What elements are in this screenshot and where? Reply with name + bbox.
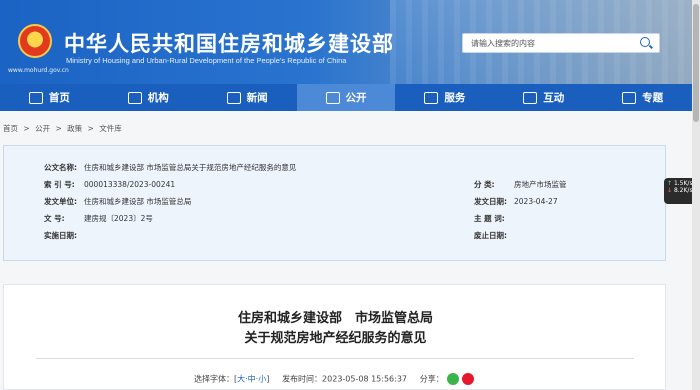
weibo-share-icon[interactable]: [461, 373, 474, 385]
doc-category-value: 房地产市场监管: [514, 180, 567, 189]
nav-item-service[interactable]: 服务: [395, 84, 494, 111]
doc-date-label: 发文日期:: [474, 197, 507, 206]
nav-item-topic[interactable]: 专题: [593, 84, 692, 111]
article-divider: [36, 358, 634, 359]
breadcrumb-file-library[interactable]: 文件库: [99, 124, 122, 133]
doc-issuer-label: 发文单位:: [44, 197, 77, 206]
nav-label: 首页: [48, 92, 70, 104]
nav-label: 公开: [345, 92, 367, 104]
site-header: www.mohurd.gov.cn 中华人民共和国住房和城乡建设部 Minist…: [0, 0, 692, 84]
nav-item-institutions[interactable]: 机构: [99, 84, 198, 111]
breadcrumb: 首页 > 公开 > 政策 > 文件库: [3, 123, 125, 134]
download-value: 8.2: [673, 187, 684, 194]
doc-issuer-value: 住房和城乡建设部 市场监管总局: [84, 197, 192, 206]
scrollbar-thumb[interactable]: [693, 4, 699, 122]
doc-title-label: 公文名称:: [44, 163, 77, 172]
nav-label: 互动: [543, 92, 565, 104]
nav-item-home[interactable]: 首页: [0, 84, 99, 111]
doc-date-row: 发文日期: 2023-04-27: [474, 196, 558, 207]
doc-date-value: 2023-04-27: [514, 197, 558, 206]
nav-label: 机构: [147, 92, 169, 104]
breadcrumb-separator: >: [55, 124, 62, 133]
nav-item-interact[interactable]: 互动: [494, 84, 593, 111]
share-label: 分享：: [419, 374, 444, 384]
doc-number-value: 建房规〔2023〕2号: [84, 214, 153, 223]
doc-category-label: 分 类:: [474, 180, 495, 189]
service-icon: [424, 91, 439, 104]
doc-subject-label: 主 题 词:: [474, 214, 505, 223]
doc-index-row: 索 引 号: 000013338/2023-00241: [44, 179, 175, 190]
breadcrumb-policy[interactable]: 政策: [67, 124, 82, 133]
publish-time: 发布时间：2023-05-08 15:56:37: [282, 374, 408, 384]
article-meta: 选择字体：[大·中·小] 发布时间：2023-05-08 15:56:37 分享…: [194, 373, 474, 385]
nav-item-open[interactable]: 公开: [296, 84, 396, 111]
doc-category-row: 分 类: 房地产市场监管: [474, 179, 567, 190]
interact-icon: [523, 91, 538, 104]
font-size-medium[interactable]: 中: [248, 375, 256, 384]
breadcrumb-separator: >: [87, 124, 94, 133]
download-arrow-icon: ↓: [667, 187, 673, 194]
nav-label: 新闻: [246, 92, 268, 104]
wechat-share-icon[interactable]: [446, 373, 459, 385]
page: www.mohurd.gov.cn 中华人民共和国住房和城乡建设部 Minist…: [0, 0, 700, 390]
home-icon: [28, 91, 43, 104]
doc-title-value: 住房和城乡建设部 市场监管总局关于规范房地产经纪服务的意见: [84, 163, 297, 172]
breadcrumb-separator: >: [23, 124, 30, 133]
search-box[interactable]: [462, 33, 660, 53]
document-info-card: 公文名称: 住房和城乡建设部 市场监管总局关于规范房地产经纪服务的意见 索 引 号…: [3, 145, 666, 261]
site-url: www.mohurd.gov.cn: [8, 67, 69, 74]
doc-effective-row: 实施日期:: [44, 230, 84, 241]
doc-subject-row: 主 题 词:: [474, 213, 514, 224]
national-emblem-icon: [18, 24, 52, 58]
article-title-line2: 关于规范房地产经纪服务的意见: [244, 331, 427, 346]
article-title-line1: 住房和城乡建设部 市场监管总局: [237, 311, 433, 326]
font-size-label: 选择字体：[: [194, 374, 238, 384]
doc-index-value: 000013338/2023-00241: [84, 180, 176, 189]
news-icon: [226, 91, 241, 104]
font-size-bracket: ]: [266, 374, 270, 384]
breadcrumb-home[interactable]: 首页: [3, 124, 18, 133]
upload-arrow-icon: ↑: [667, 180, 673, 187]
breadcrumb-open[interactable]: 公开: [35, 124, 50, 133]
search-icon[interactable]: [640, 37, 650, 47]
doc-issuer-row: 发文单位: 住房和城乡建设部 市场监管总局: [44, 196, 191, 207]
nav-label: 服务: [444, 92, 466, 104]
page-scrollbar[interactable]: [692, 0, 700, 390]
main-nav: 首页 机构 新闻 公开 服务 互动 专题: [0, 84, 692, 111]
doc-number-row: 文 号: 建房规〔2023〕2号: [44, 213, 153, 224]
doc-title-row: 公文名称: 住房和城乡建设部 市场监管总局关于规范房地产经纪服务的意见: [44, 162, 296, 173]
nav-item-news[interactable]: 新闻: [198, 84, 297, 111]
font-size-large[interactable]: 大: [237, 375, 245, 384]
nav-label: 专题: [642, 92, 664, 104]
doc-number-label: 文 号:: [44, 214, 65, 223]
doc-index-label: 索 引 号:: [44, 180, 75, 189]
search-input[interactable]: [471, 37, 631, 50]
topic-icon: [622, 91, 637, 104]
doc-expiry-label: 废止日期:: [474, 231, 507, 240]
building-icon: [127, 91, 142, 104]
site-subtitle: Ministry of Housing and Urban-Rural Deve…: [66, 56, 347, 65]
site-title[interactable]: 中华人民共和国住房和城乡建设部: [64, 28, 394, 58]
doc-effective-label: 实施日期:: [44, 231, 77, 240]
open-icon: [325, 91, 340, 104]
upload-value: 1.5: [673, 180, 684, 187]
doc-expiry-row: 废止日期:: [474, 230, 514, 241]
article-card: 住房和城乡建设部 市场监管总局 关于规范房地产经纪服务的意见 选择字体：[大·中…: [3, 284, 666, 390]
